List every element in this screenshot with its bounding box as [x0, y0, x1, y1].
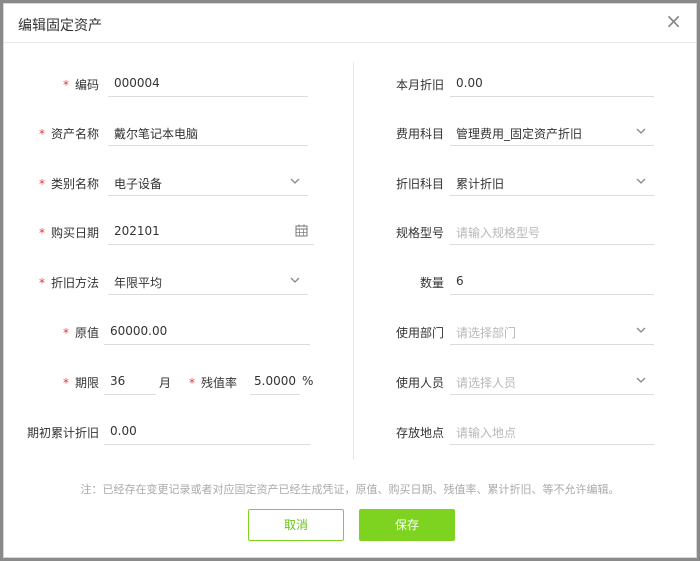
monthly-depr-value: 0.00 — [456, 76, 483, 90]
depr-method-value: 年限平均 — [114, 276, 163, 290]
monthly-depr-field[interactable]: 0.00 — [450, 69, 654, 97]
opening-accum-value: 0.00 — [110, 424, 137, 438]
depr-account-label: 折旧科目 — [395, 177, 444, 191]
salvage-rate-unit: % — [302, 374, 314, 388]
code-field[interactable]: 000004 — [108, 69, 308, 97]
cancel-button[interactable]: 取消 — [248, 509, 344, 541]
row-asset-name: * 资产名称 戴尔笔记本电脑 — [4, 118, 344, 148]
expense-account-label: 费用科目 — [395, 127, 444, 141]
expense-account-value: 管理费用_固定资产折旧 — [456, 127, 583, 141]
salvage-rate-value: 5.0000 — [254, 374, 296, 388]
depr-account-select[interactable]: 累计折旧 — [450, 168, 654, 196]
salvage-rate-field[interactable]: 5.0000 — [250, 367, 300, 395]
purchase-date-picker[interactable]: 202101 — [108, 217, 314, 245]
row-user: 使用人员 请选择人员 — [354, 367, 694, 397]
expense-account-select[interactable]: 管理费用_固定资产折旧 — [450, 118, 654, 146]
user-label: 使用人员 — [395, 376, 444, 390]
dialog-title: 编辑固定资产 — [18, 18, 102, 34]
department-select[interactable]: 请选择部门 — [450, 317, 654, 345]
spec-input[interactable]: 请输入规格型号 — [450, 217, 654, 245]
category-label: * 类别名称 — [38, 177, 99, 191]
edit-restriction-note: 注：已经存在变更记录或者对应固定资产已经生成凭证，原值、购买日期、残值率、累计折… — [80, 483, 620, 496]
quantity-label: 数量 — [419, 276, 444, 290]
row-purchase-date: * 购买日期 202101 — [4, 217, 344, 247]
row-monthly-depr: 本月折旧 0.00 — [354, 69, 694, 99]
monthly-depr-label: 本月折旧 — [395, 78, 444, 92]
row-category: * 类别名称 电子设备 — [4, 168, 344, 198]
opening-accum-field[interactable]: 0.00 — [104, 417, 310, 445]
period-label: * 期限 — [62, 376, 99, 390]
depr-method-label: * 折旧方法 — [38, 276, 99, 290]
asset-name-value: 戴尔笔记本电脑 — [114, 127, 199, 141]
row-period-salvage: * 期限 36 月 * 残值率 5.0000 % — [4, 367, 344, 397]
category-select[interactable]: 电子设备 — [108, 168, 308, 196]
original-value-field[interactable]: 60000.00 — [104, 317, 310, 345]
opening-accum-label: 期初累计折旧 — [26, 426, 99, 440]
location-input[interactable]: 请输入地点 — [450, 417, 654, 445]
salvage-rate-label: * 残值率 — [189, 376, 238, 390]
original-value-value: 60000.00 — [110, 324, 168, 338]
chevron-down-icon — [636, 377, 646, 383]
row-code: * 编码 000004 — [4, 69, 344, 99]
purchase-date-label: * 购买日期 — [38, 226, 99, 240]
location-label: 存放地点 — [395, 426, 444, 440]
code-value: 000004 — [114, 76, 160, 90]
depr-method-select[interactable]: 年限平均 — [108, 267, 308, 295]
save-button[interactable]: 保存 — [359, 509, 455, 541]
row-depr-method: * 折旧方法 年限平均 — [4, 267, 344, 297]
depr-account-value: 累计折旧 — [456, 177, 505, 191]
spec-label: 规格型号 — [395, 226, 444, 240]
row-depr-account: 折旧科目 累计折旧 — [354, 168, 694, 198]
row-spec: 规格型号 请输入规格型号 — [354, 217, 694, 247]
row-original-value: * 原值 60000.00 — [4, 317, 344, 347]
location-placeholder: 请输入地点 — [456, 426, 517, 440]
spec-placeholder: 请输入规格型号 — [456, 226, 541, 240]
chevron-down-icon — [290, 277, 300, 283]
purchase-date-value: 202101 — [114, 224, 160, 238]
edit-fixed-asset-dialog: 编辑固定资产 × * 编码 000004 * 资产名称 戴尔笔记本电脑 * 类别名称 … — [3, 3, 697, 558]
dialog-header: 编辑固定资产 × — [4, 4, 696, 43]
row-location: 存放地点 请输入地点 — [354, 417, 694, 447]
chevron-down-icon — [636, 327, 646, 333]
close-icon[interactable]: × — [665, 11, 682, 31]
period-unit: 月 — [159, 376, 172, 390]
user-placeholder: 请选择人员 — [456, 376, 517, 390]
period-value: 36 — [110, 374, 126, 388]
period-field[interactable]: 36 — [104, 367, 156, 395]
department-label: 使用部门 — [395, 326, 444, 340]
original-value-label: * 原值 — [62, 326, 99, 340]
row-department: 使用部门 请选择部门 — [354, 317, 694, 347]
asset-name-field[interactable]: 戴尔笔记本电脑 — [108, 118, 308, 146]
row-opening-accum: 期初累计折旧 0.00 — [4, 417, 344, 447]
quantity-value: 6 — [456, 274, 464, 288]
required-mark: * — [62, 78, 69, 92]
chevron-down-icon — [290, 178, 300, 184]
user-select[interactable]: 请选择人员 — [450, 367, 654, 395]
asset-name-label: * 资产名称 — [38, 127, 99, 141]
row-expense-account: 费用科目 管理费用_固定资产折旧 — [354, 118, 694, 148]
code-label: * 编码 — [62, 78, 99, 92]
category-value: 电子设备 — [114, 177, 163, 191]
department-placeholder: 请选择部门 — [456, 326, 517, 340]
row-quantity: 数量 6 — [354, 267, 694, 297]
calendar-icon — [295, 224, 308, 237]
chevron-down-icon — [636, 128, 646, 134]
quantity-field[interactable]: 6 — [450, 267, 654, 295]
chevron-down-icon — [636, 178, 646, 184]
